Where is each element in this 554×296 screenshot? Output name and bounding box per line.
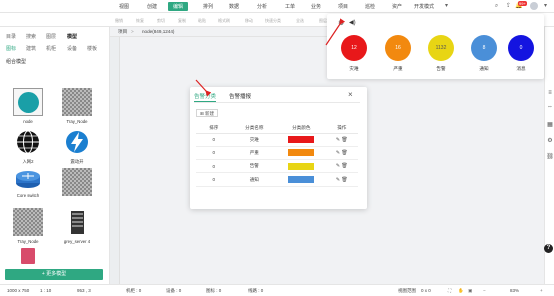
annotation-arrows [195,18,346,97]
annotation-arrow-gear [325,18,346,46]
annotation-arrow-dialog [195,79,212,97]
